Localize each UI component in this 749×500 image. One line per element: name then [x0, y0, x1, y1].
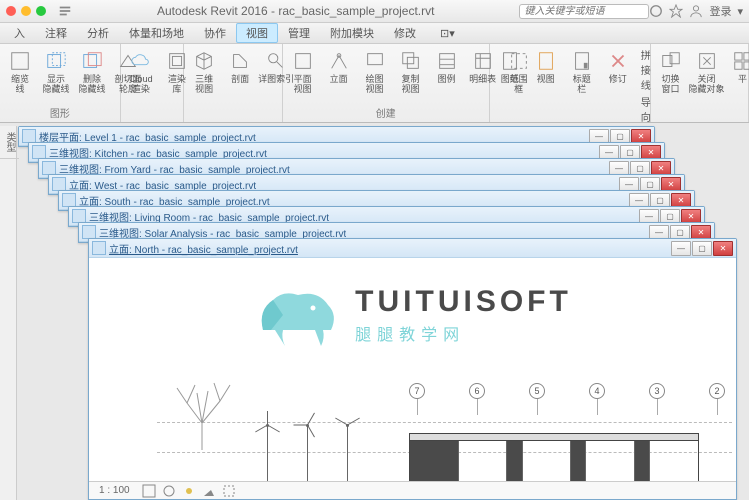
minimize-icon[interactable]	[21, 6, 31, 16]
recent-icon[interactable]	[58, 4, 72, 18]
view-icon	[82, 225, 96, 239]
panel-windows: 切换窗口 关闭隐藏对象 平	[651, 44, 749, 122]
menu-expand-icon[interactable]: ⊡▾	[430, 25, 465, 42]
watermark: TUITUISOFT 腿腿教学网	[89, 280, 736, 353]
star-icon[interactable]	[669, 4, 683, 18]
view-icon	[32, 145, 46, 159]
titlebar-right: 登录 ▾	[649, 3, 743, 19]
grid-heads: 7 6 5 4 3 2 1	[409, 383, 736, 415]
tool-duplicate[interactable]: 复制视图	[395, 46, 427, 97]
tool-revisions[interactable]: 修订	[602, 46, 634, 87]
panel-label-graphics: 图形	[4, 104, 116, 120]
view-icon	[42, 161, 56, 175]
login-dropdown[interactable]: ▾	[737, 5, 743, 18]
view-title: 立面: North - rac_basic_sample_project.rvt	[109, 241, 298, 256]
min-button[interactable]: —	[671, 241, 691, 256]
crop-icon[interactable]	[222, 484, 236, 498]
panel-label-create: 创建	[287, 104, 485, 120]
tool-titleblock[interactable]: 标题栏	[566, 46, 598, 97]
grid-7[interactable]: 7	[409, 383, 425, 415]
titlebar: Autodesk Revit 2016 - rac_basic_sample_p…	[0, 0, 749, 23]
view-icon	[92, 241, 106, 255]
tool-close-hidden[interactable]: 关闭隐藏对象	[691, 46, 723, 97]
detail-level-icon[interactable]	[142, 484, 156, 498]
menu-analyze[interactable]: 分析	[77, 23, 119, 43]
view-icon	[52, 177, 66, 191]
tool-section[interactable]: 剖面	[224, 46, 256, 87]
menu-insert[interactable]: 入	[4, 23, 35, 43]
tool-tile[interactable]: 平	[727, 46, 749, 87]
tool-thinlines[interactable]: 缩览线	[4, 46, 36, 97]
side-panels: 类型	[0, 126, 17, 500]
tool-legend[interactable]: 图例	[431, 46, 463, 87]
help-icon[interactable]	[649, 4, 663, 18]
view-window-active[interactable]: 立面: North - rac_basic_sample_project.rvt…	[88, 238, 737, 500]
view-canvas[interactable]: TUITUISOFT 腿腿教学网 7 6 5 4 3 2 1	[89, 258, 736, 499]
grid-4[interactable]: 4	[589, 383, 605, 415]
grid-3[interactable]: 3	[649, 383, 665, 415]
watermark-brand: TUITUISOFT	[355, 285, 572, 319]
tool-planview[interactable]: 平面视图	[287, 46, 319, 97]
elevation-drawing	[157, 422, 732, 481]
tool-switch-window[interactable]: 切换窗口	[655, 46, 687, 97]
tool-showhidden[interactable]: 显示隐藏线	[40, 46, 72, 97]
menubar: 入 注释 分析 体量和场地 协作 视图 管理 附加模块 修改 ⊡▾	[0, 23, 749, 44]
grid-5[interactable]: 5	[529, 383, 545, 415]
panel-sheet: 图纸 视图 标题栏 修订 拼接线 导向轴网 视口 图纸组合	[490, 44, 651, 122]
menu-view[interactable]: 视图	[236, 23, 278, 43]
menu-modify[interactable]: 修改	[384, 23, 426, 43]
menu-annotate[interactable]: 注释	[35, 23, 77, 43]
view-icon	[72, 209, 86, 223]
tool-3dview[interactable]: 三维视图	[188, 46, 220, 97]
tool-cloud-render[interactable]: Cloud渲染	[125, 46, 157, 97]
tool-elevation[interactable]: 立面	[323, 46, 355, 87]
menu-collaborate[interactable]: 协作	[194, 23, 236, 43]
tool-sheet[interactable]: 图纸	[494, 46, 526, 87]
panel-label-windows	[655, 119, 744, 120]
tool-view[interactable]: 视图	[530, 46, 562, 87]
close-icon[interactable]	[6, 6, 16, 16]
app-title: Autodesk Revit 2016 - rac_basic_sample_p…	[72, 4, 519, 18]
close-button[interactable]: ✕	[713, 241, 733, 256]
workspace: 楼层平面: Level 1 - rac_basic_sample_project…	[18, 126, 745, 500]
watermark-sub: 腿腿教学网	[355, 321, 465, 345]
grid-2[interactable]: 2	[709, 383, 725, 415]
visual-style-icon[interactable]	[162, 484, 176, 498]
search-input[interactable]	[519, 4, 649, 19]
tool-drafting[interactable]: 绘图视图	[359, 46, 391, 97]
menu-massing[interactable]: 体量和场地	[119, 23, 194, 43]
shadows-icon[interactable]	[202, 484, 216, 498]
tree-icon	[167, 368, 237, 453]
view-icon	[22, 129, 36, 143]
panel-graphics: 缩览线 显示隐藏线 删除隐藏线 剖切面轮廓 图形	[0, 44, 121, 122]
user-icon[interactable]	[689, 4, 703, 18]
view-icon	[62, 193, 76, 207]
view-control-bar: 1 : 100	[89, 481, 736, 499]
max-button[interactable]: ▢	[692, 241, 712, 256]
zoom-icon[interactable]	[36, 6, 46, 16]
side-tab-types[interactable]: 类型	[0, 126, 19, 159]
scale-selector[interactable]: 1 : 100	[93, 485, 136, 496]
panel-label-3d	[188, 119, 277, 120]
login-link[interactable]: 登录	[709, 3, 731, 19]
menu-addins[interactable]: 附加模块	[320, 23, 384, 43]
ribbon: 缩览线 显示隐藏线 删除隐藏线 剖切面轮廓 图形 Cloud渲染 渲染库 三维视…	[0, 44, 749, 123]
tool-removehidden[interactable]: 删除隐藏线	[76, 46, 108, 97]
elephant-logo-icon	[253, 280, 343, 350]
grid-6[interactable]: 6	[469, 383, 485, 415]
panel-3d: 三维视图 剖面 详图索引	[184, 44, 282, 122]
panel-render: Cloud渲染 渲染库	[121, 44, 184, 122]
mac-buttons	[6, 6, 46, 16]
panel-create: 平面视图 立面 绘图视图 复制视图 图例 明细表 范围框 创建	[283, 44, 490, 122]
panel-label-render	[125, 119, 179, 120]
menu-manage[interactable]: 管理	[278, 23, 320, 43]
sun-path-icon[interactable]	[182, 484, 196, 498]
